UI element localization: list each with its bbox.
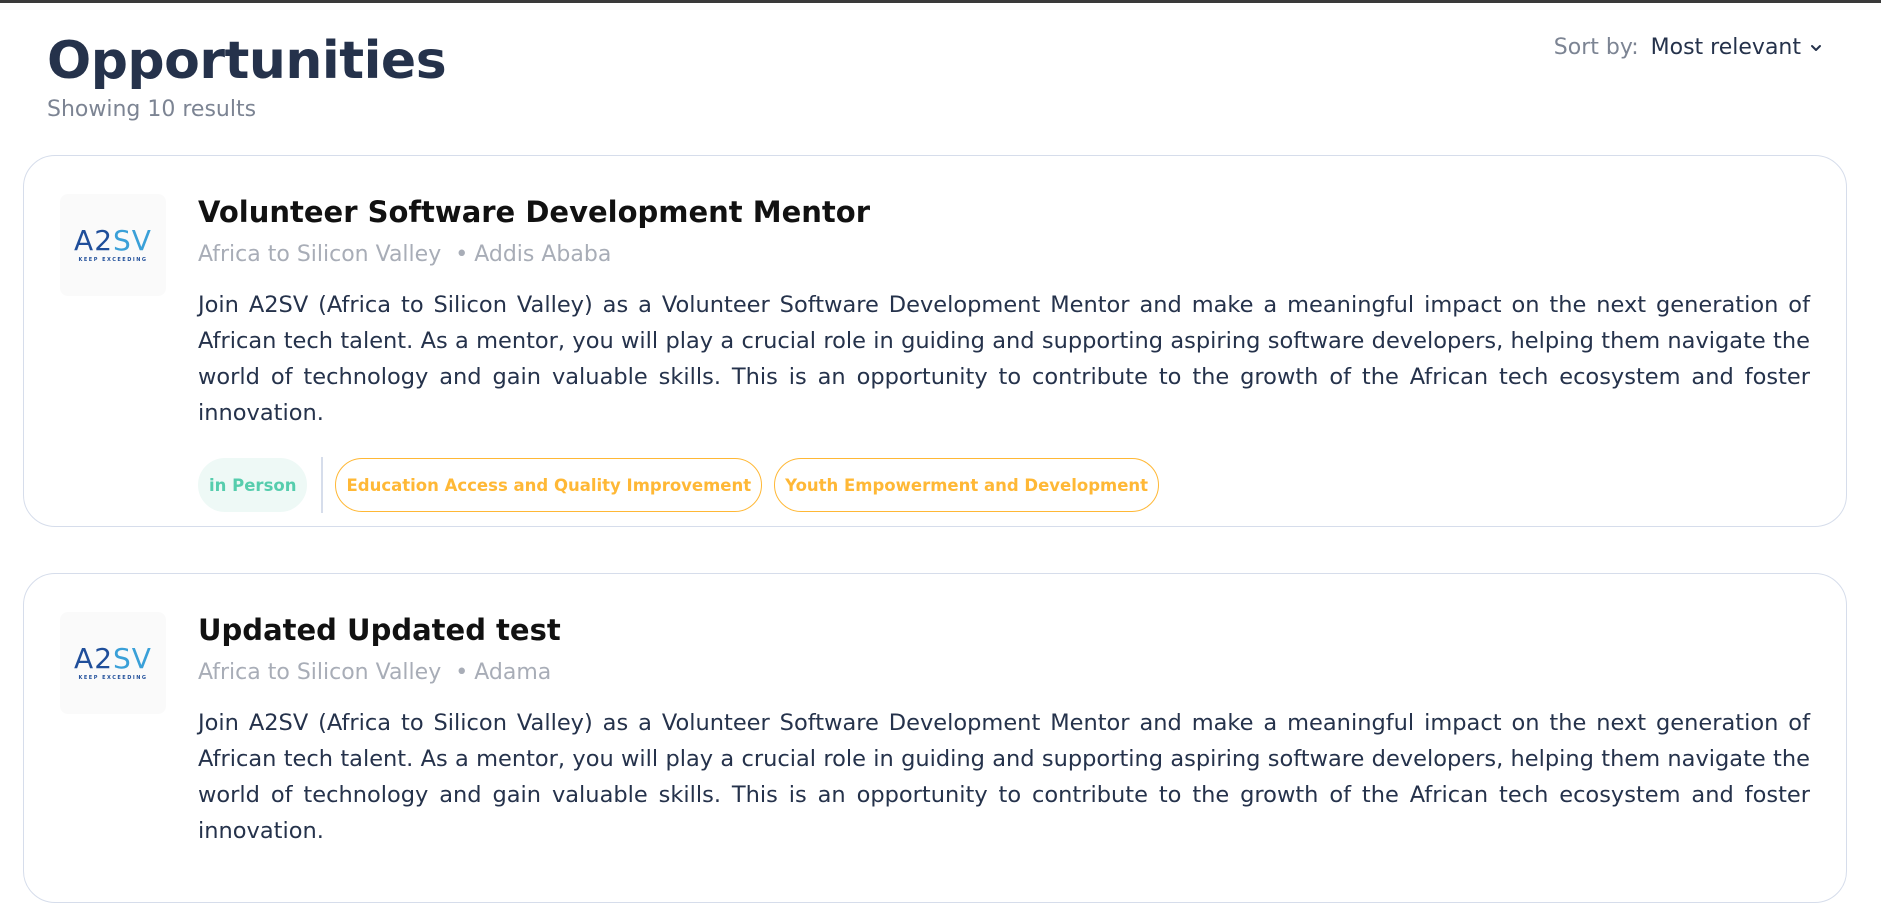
logo-mark: A2SV [74,642,152,675]
page-title: Opportunities [47,31,447,91]
company-logo: A2SV KEEP EXCEEDING [60,194,166,296]
location: Adama [474,660,552,685]
opportunity-card[interactable]: A2SV KEEP EXCEEDING Updated Updated test… [23,573,1847,903]
category-tag: Education Access and Quality Improvement [335,458,763,512]
company-name: Africa to Silicon Valley [198,660,442,685]
work-type-tag: in Person [198,458,308,512]
meta-separator: • [455,660,469,685]
card-body: Volunteer Software Development Mentor Af… [198,194,1810,513]
results-count: Showing 10 results [47,97,257,122]
tag-divider [321,457,324,513]
location: Addis Ababa [474,242,612,267]
opportunity-meta: Africa to Silicon Valley • Adama [198,660,1810,685]
opportunity-title[interactable]: Updated Updated test [198,612,1810,648]
opportunity-description: Join A2SV (Africa to Silicon Valley) as … [198,710,1810,844]
sort-label: Sort by: [1553,35,1639,60]
company-logo: A2SV KEEP EXCEEDING [60,612,166,714]
opportunity-card[interactable]: A2SV KEEP EXCEEDING Volunteer Software D… [23,155,1847,527]
sort-value: Most relevant [1650,35,1801,60]
tag-row: in Person Education Access and Quality I… [198,457,1810,513]
category-tag: Youth Empowerment and Development [774,458,1160,512]
opportunity-title[interactable]: Volunteer Software Development Mentor [198,194,1810,230]
company-name: Africa to Silicon Valley [198,242,442,267]
logo-tagline: KEEP EXCEEDING [78,257,148,263]
logo-tagline: KEEP EXCEEDING [78,675,148,681]
chevron-down-icon [1811,44,1821,51]
opportunity-description: Join A2SV (Africa to Silicon Valley) as … [198,292,1810,426]
sort-dropdown[interactable]: Most relevant [1651,35,1823,60]
page-header: Opportunities Showing 10 results [47,29,447,122]
sort-control: Sort by: Most relevant [1554,35,1823,60]
logo-mark: A2SV [74,224,152,257]
opportunity-meta: Africa to Silicon Valley • Addis Ababa [198,242,1810,267]
card-body: Updated Updated test Africa to Silicon V… [198,612,1810,849]
meta-separator: • [455,242,469,267]
